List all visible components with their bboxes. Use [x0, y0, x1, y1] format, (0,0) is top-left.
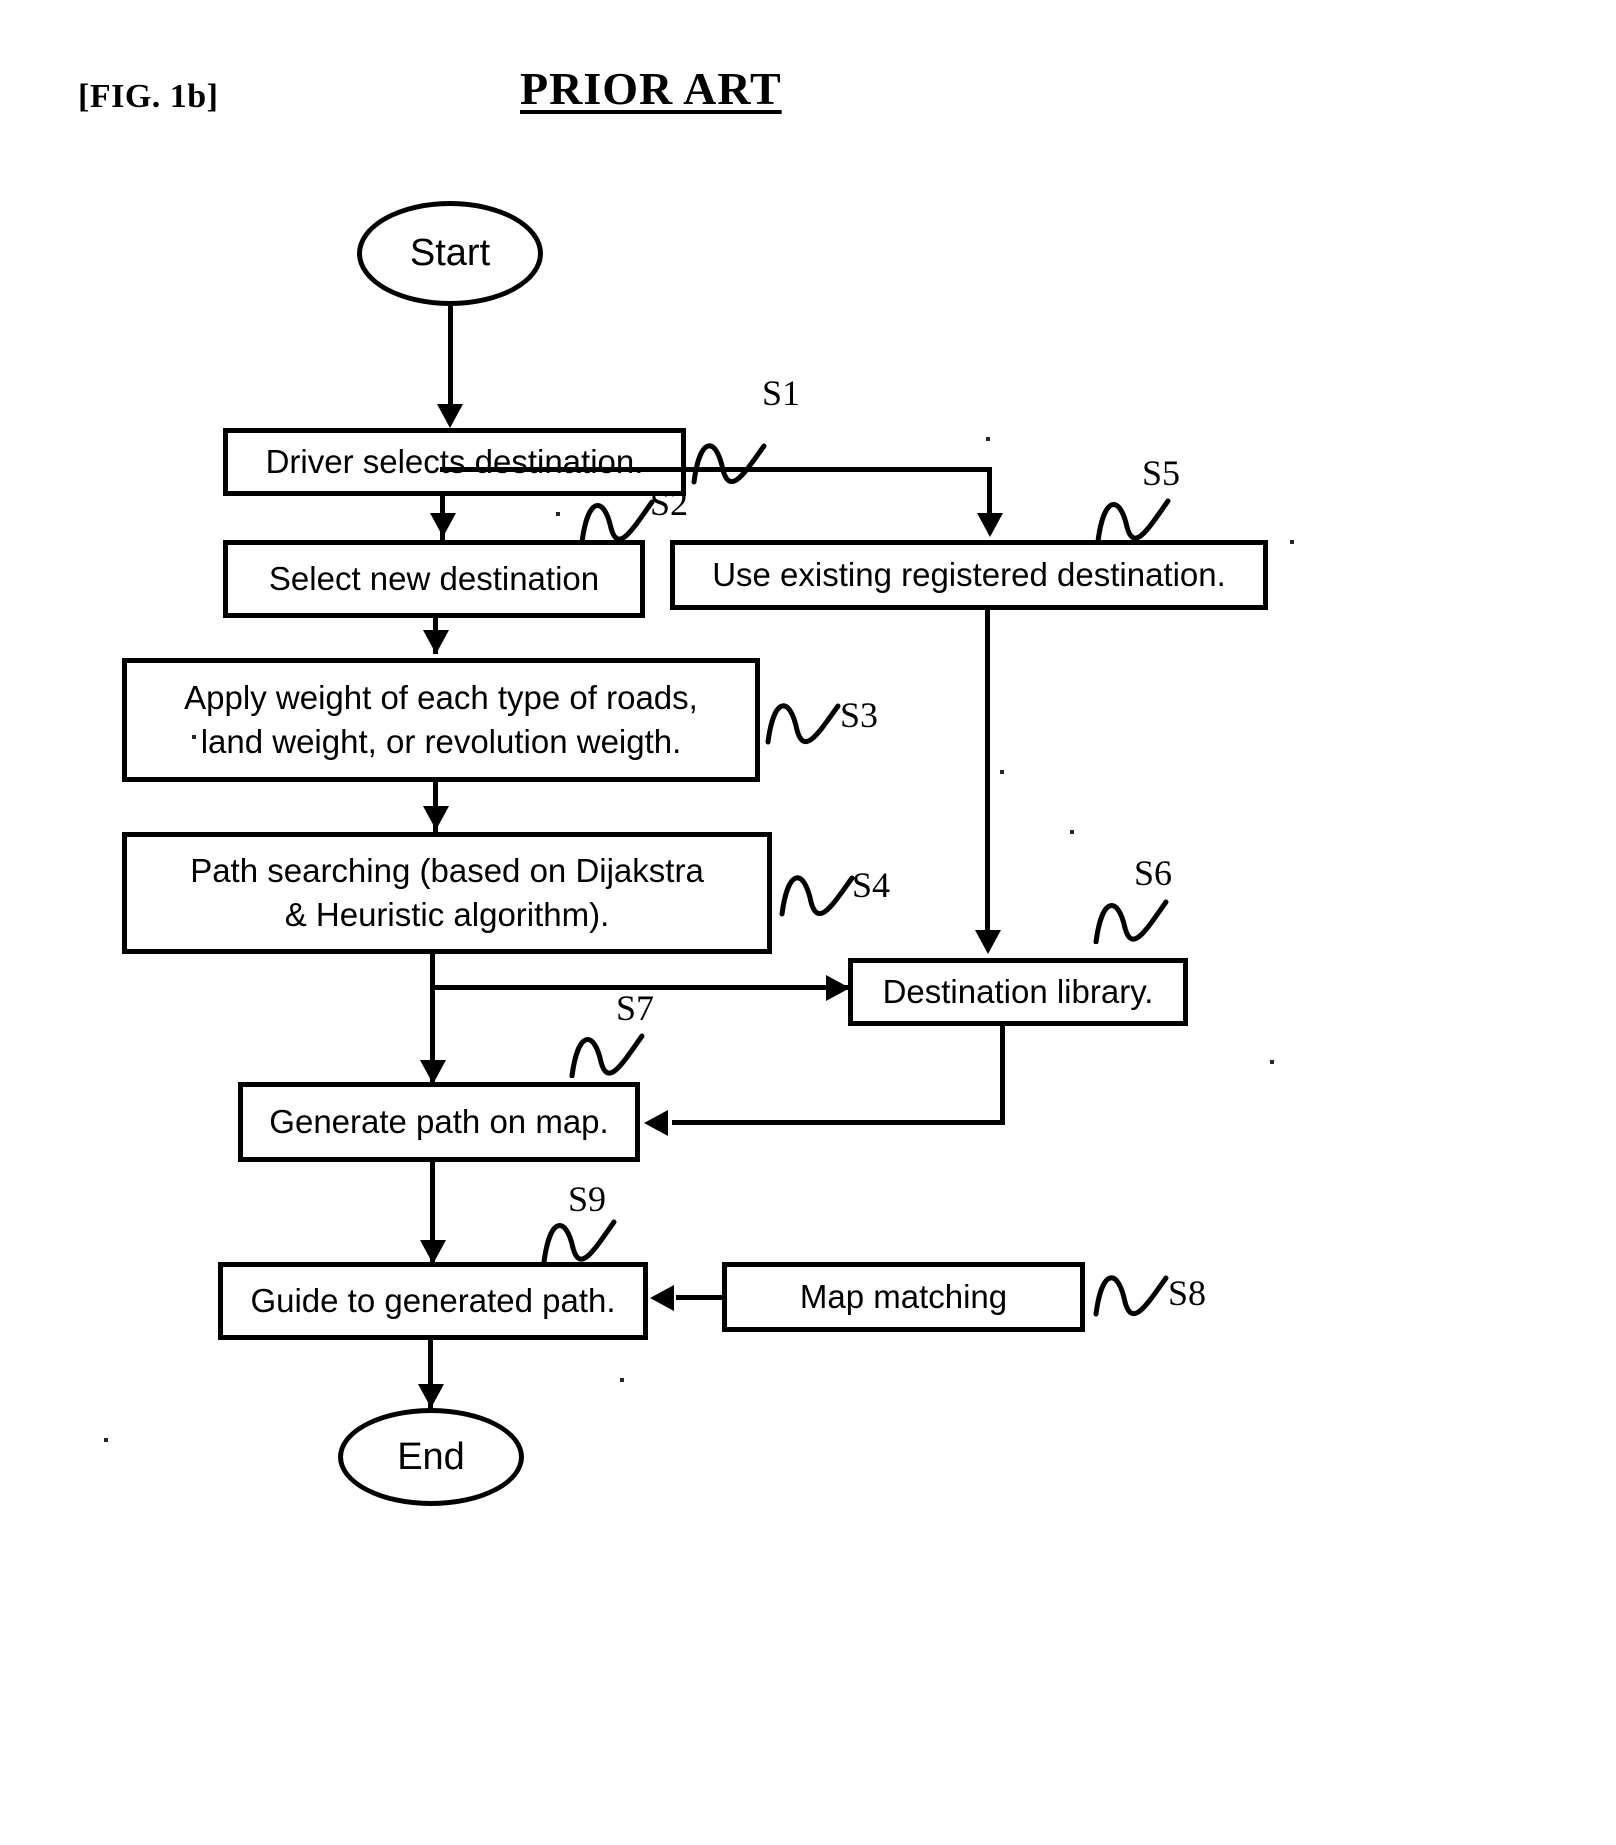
- scan-speck: [192, 735, 196, 739]
- node-s5: Use existing registered destination.: [670, 540, 1268, 610]
- figure-page: [FIG. 1b] PRIOR ART Start Driver selects…: [0, 0, 1616, 1845]
- step-label-s7: S7: [616, 988, 655, 1028]
- callout-squiggle-s5: [1094, 497, 1172, 543]
- scan-speck: [986, 437, 990, 441]
- node-s4-label: Path searching (based on Dijakstra & Heu…: [190, 849, 704, 936]
- node-s6: Destination library.: [848, 958, 1188, 1026]
- node-s1: Driver selects destination.: [223, 428, 686, 496]
- step-label-s1: S1: [762, 373, 801, 413]
- step-label-s8: S8: [1168, 1273, 1207, 1313]
- edge-s6-to-s7-horizontal: [672, 1120, 1003, 1125]
- node-start: Start: [357, 201, 543, 306]
- node-end-label: End: [397, 1435, 465, 1478]
- scan-speck: [556, 512, 560, 516]
- node-s4: Path searching (based on Dijakstra & Heu…: [122, 832, 772, 954]
- node-s5-label: Use existing registered destination.: [712, 555, 1226, 593]
- node-s8-label: Map matching: [799, 1277, 1008, 1315]
- scan-speck: [1290, 540, 1294, 544]
- edge-s2-to-s3-arrowhead: [423, 630, 449, 654]
- callout-squiggle-s8: [1092, 1272, 1170, 1318]
- figure-label: [FIG. 1b]: [78, 78, 219, 115]
- node-s7-label: Generate path on map.: [269, 1102, 609, 1140]
- node-s3-line2: land weight, or revolution weigth.: [200, 723, 682, 760]
- scan-speck: [1270, 1060, 1274, 1064]
- edge-s6-to-s7-vertical: [1000, 1026, 1005, 1125]
- node-start-label: Start: [409, 232, 491, 274]
- node-s9: Guide to generated path.: [218, 1262, 648, 1340]
- edge-s5-to-s6: [985, 610, 990, 936]
- edge-s6-to-s7-arrowhead: [644, 1110, 668, 1136]
- edge-s7-to-s9-arrowhead: [420, 1240, 446, 1264]
- node-s3-label: Apply weight of each type of roads, land…: [184, 676, 698, 763]
- edge-s8-to-s9-arrowhead: [650, 1285, 674, 1311]
- callout-squiggle-s2: [578, 498, 656, 544]
- step-label-s4: S4: [852, 865, 891, 905]
- scan-speck: [1070, 830, 1074, 834]
- node-s3: Apply weight of each type of roads, land…: [122, 658, 760, 782]
- scan-speck: [620, 1378, 624, 1382]
- step-label-s2: S2: [650, 483, 689, 523]
- node-s1-label: Driver selects destination.: [265, 442, 644, 480]
- edge-s1-to-s2-arrowhead: [430, 513, 456, 537]
- node-s2-label: Select new destination: [268, 559, 600, 597]
- callout-squiggle-s9: [540, 1218, 618, 1264]
- step-label-s3: S3: [840, 695, 879, 735]
- node-s4-line1: Path searching (based on Dijakstra: [190, 852, 704, 890]
- callout-squiggle-s3: [764, 700, 842, 746]
- node-s4-line2: & Heuristic algorithm).: [284, 896, 610, 933]
- node-s6-label: Destination library.: [882, 972, 1154, 1010]
- edge-s9-to-end-arrowhead: [418, 1384, 444, 1408]
- node-s3-line1: Apply weight of each type of roads,: [184, 679, 698, 717]
- edge-s1-to-s5-arrowhead: [977, 513, 1003, 537]
- edge-s4-to-s6-arrowhead: [826, 975, 850, 1001]
- edge-s3-to-s4-arrowhead: [423, 806, 449, 830]
- node-end: End: [338, 1408, 524, 1506]
- callout-squiggle-s6: [1092, 898, 1170, 944]
- page-title: PRIOR ART: [520, 63, 782, 114]
- node-s9-label: Guide to generated path.: [250, 1281, 616, 1319]
- edge-s5-to-s6-arrowhead: [975, 930, 1001, 954]
- callout-squiggle-s4: [778, 872, 856, 918]
- edge-start-to-s1: [448, 306, 453, 406]
- edge-start-to-s1-arrowhead: [437, 404, 463, 428]
- scan-speck: [1000, 770, 1004, 774]
- callout-squiggle-s7: [568, 1032, 646, 1078]
- edge-s1-to-s5-horizontal: [440, 467, 992, 472]
- step-label-s6: S6: [1134, 853, 1173, 893]
- callout-squiggle-s1: [690, 440, 768, 486]
- edge-s8-to-s9: [676, 1295, 724, 1300]
- step-label-s9: S9: [568, 1179, 607, 1219]
- step-label-s5: S5: [1142, 453, 1181, 493]
- node-s2: Select new destination: [223, 540, 645, 618]
- scan-speck: [104, 1438, 108, 1442]
- edge-s4-to-s7-arrowhead: [420, 1060, 446, 1084]
- node-s7: Generate path on map.: [238, 1082, 640, 1162]
- node-s8: Map matching: [722, 1262, 1085, 1332]
